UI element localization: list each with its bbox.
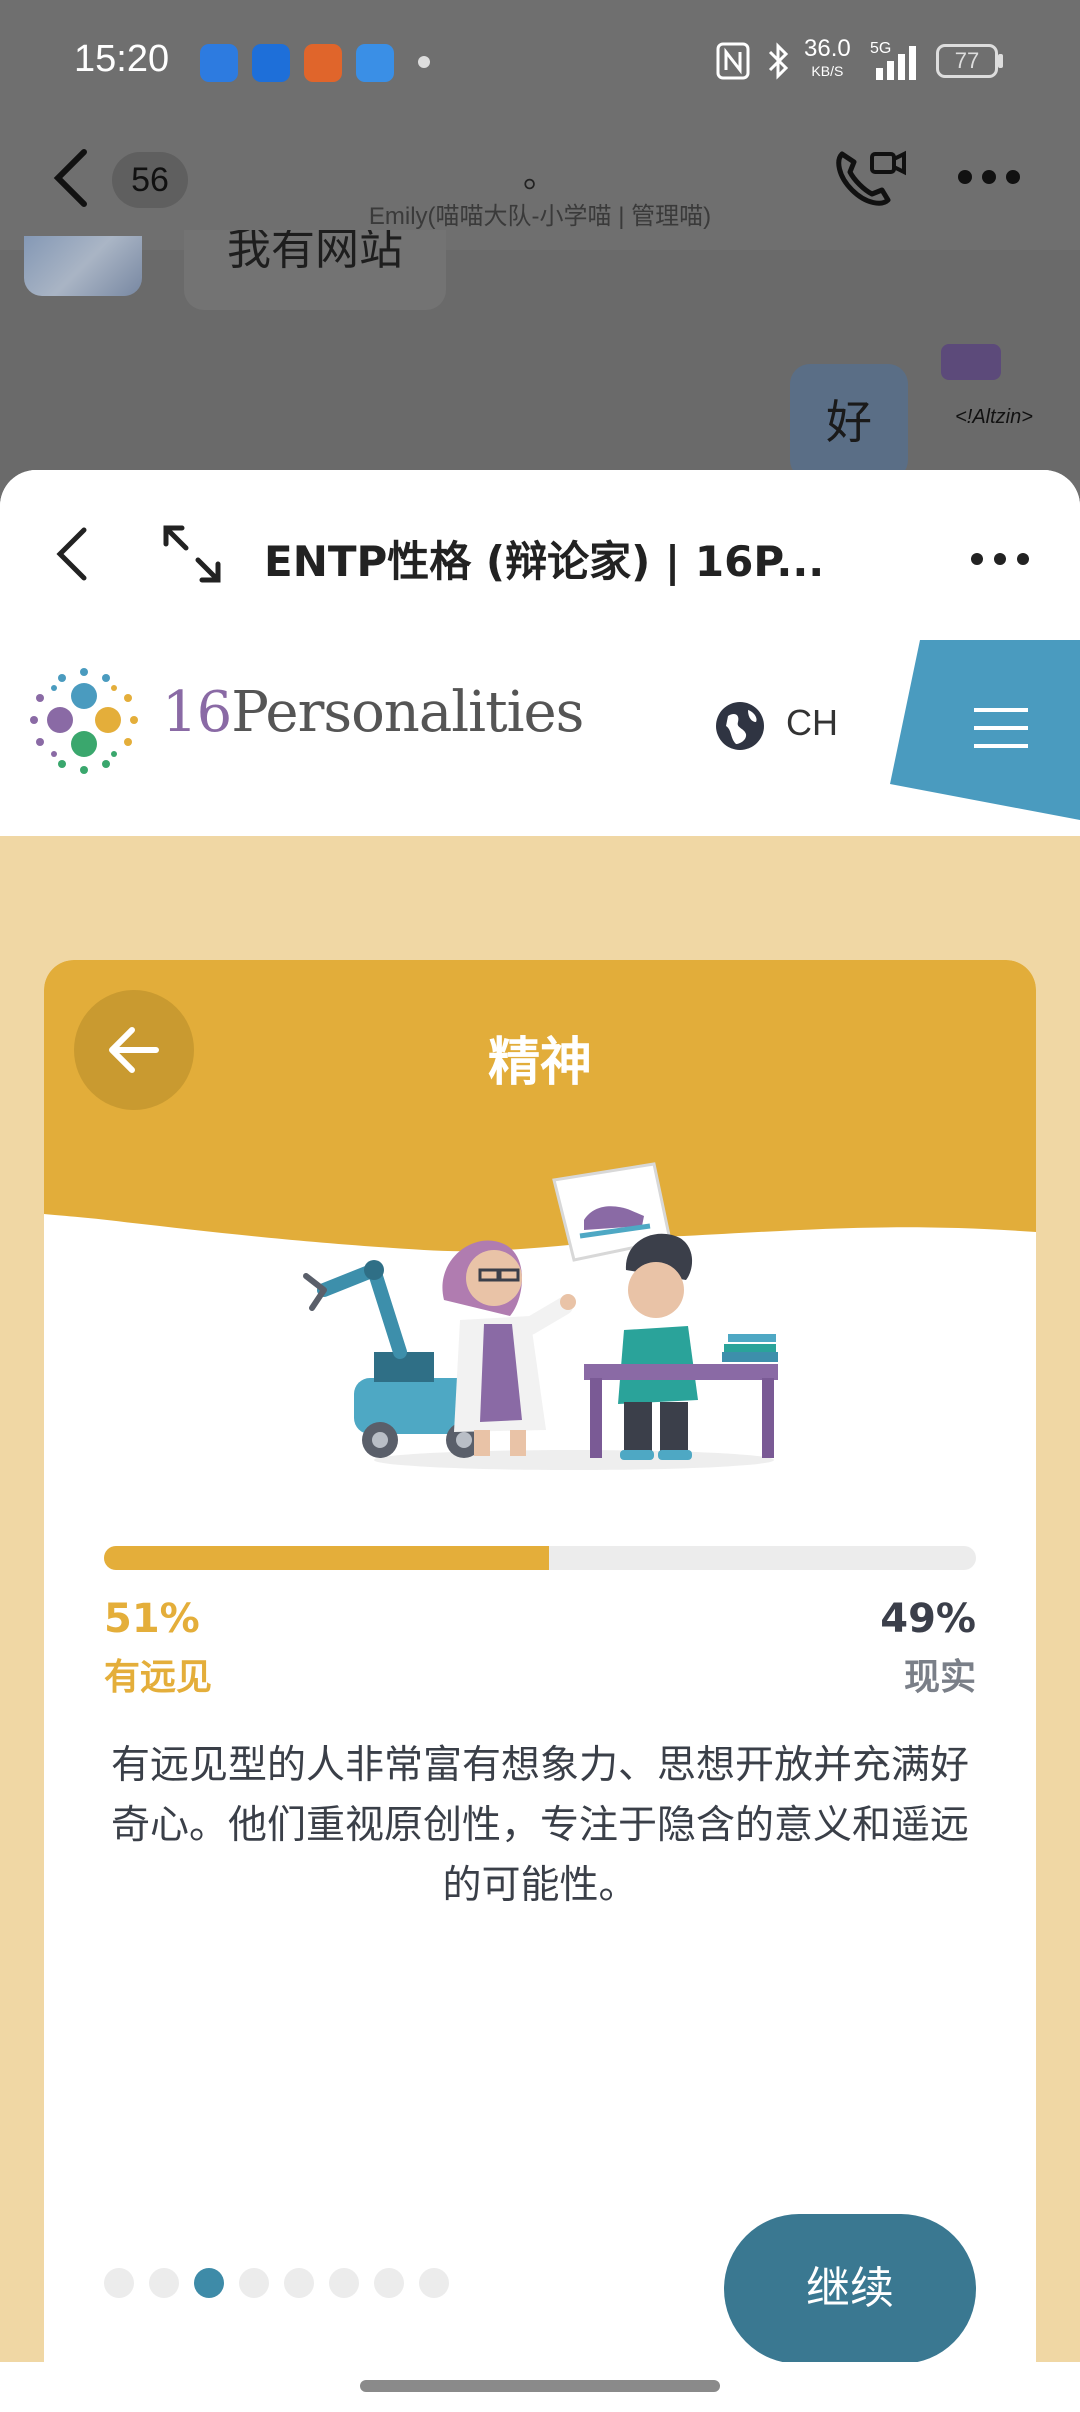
browser-sheet: ENTP性格 (辩论家) | 16P... 16Personalities CH [0, 470, 1080, 2412]
message-text: 我有网站 [227, 230, 403, 275]
logo-mark-icon[interactable] [24, 666, 144, 786]
nfc-icon [716, 42, 750, 80]
sticker-label: <!Altzin> [955, 406, 1033, 428]
trait-progress-fill [104, 1546, 549, 1570]
pagination-dot[interactable] [329, 2268, 359, 2298]
chat-subtitle: Emily(喵喵大队-小学喵 | 管理喵) [368, 203, 712, 230]
trait-progress-bar [104, 1546, 976, 1570]
signal-icon [876, 46, 916, 80]
network-speed: 36.0 KB/S [804, 35, 851, 82]
sheet-back-icon[interactable] [52, 526, 92, 582]
weather-icon [356, 44, 394, 82]
expand-icon[interactable] [160, 522, 224, 586]
trait-card: 精神 51% 有远见 49% 现实 有远见型的人非常富有想象力、思想开放并充满好… [44, 960, 1036, 2412]
left-trait-percent: 51% [104, 1596, 200, 1642]
status-bar: 15:20 36.0 KB/S 5G 77 [0, 0, 1080, 120]
status-time: 15:20 [74, 38, 170, 80]
video-call-icon[interactable] [832, 146, 908, 210]
logo-word: Personalities [231, 680, 584, 745]
more-notifications-dot [418, 56, 430, 68]
sheet-toolbar: ENTP性格 (辩论家) | 16P... [0, 470, 1080, 640]
battery-icon: 77 [936, 44, 998, 78]
pagination-dot[interactable] [239, 2268, 269, 2298]
card-title: 精神 [487, 1033, 592, 1093]
pagination-dots [104, 2268, 464, 2300]
site-navbar: 16Personalities CH [0, 640, 1080, 836]
logo-number: 16 [162, 680, 232, 745]
message-bubble-incoming[interactable]: 我有网站 [184, 230, 446, 310]
logo-wordmark[interactable]: 16Personalities [162, 680, 584, 745]
chat-more-icon[interactable] [956, 168, 1022, 186]
pagination-dot[interactable] [419, 2268, 449, 2298]
pagination-dot[interactable] [284, 2268, 314, 2298]
left-trait-label: 有远见 [104, 1657, 213, 1698]
pagination-dot[interactable] [374, 2268, 404, 2298]
battery-level: 77 [954, 48, 980, 73]
battery-tip [998, 54, 1003, 68]
home-indicator[interactable] [360, 2380, 720, 2392]
network-speed-unit: KB/S [811, 63, 844, 79]
continue-button[interactable]: 继续 [724, 2214, 976, 2364]
sticker-badge [941, 344, 1001, 380]
right-trait-label: 现实 [903, 1657, 976, 1698]
personality-illustration [303, 1162, 778, 1470]
navigation-app-icon [252, 44, 290, 82]
sheet-page-title: ENTP性格 (辩论家) | 16P... [264, 537, 824, 586]
chat-title: 。 [523, 156, 557, 196]
pagination-dot-active[interactable] [194, 2268, 224, 2298]
pagination-dot[interactable] [149, 2268, 179, 2298]
pagination-dot[interactable] [104, 2268, 134, 2298]
globe-icon[interactable] [714, 700, 766, 752]
bluetooth-icon [768, 42, 789, 80]
chat-app-icon [200, 44, 238, 82]
app-icon [304, 44, 342, 82]
trait-description: 有远见型的人非常富有想象力、思想开放并充满好奇心。他们重视原创性，专注于隐含的意… [110, 1743, 969, 1908]
message-bubble-outgoing[interactable]: 好 [790, 364, 908, 480]
network-speed-value: 36.0 [804, 35, 851, 62]
chat-messages-area [0, 250, 1080, 480]
language-code[interactable]: CH [786, 702, 838, 744]
sheet-more-icon[interactable] [970, 552, 1030, 566]
right-trait-percent: 49% [880, 1596, 976, 1642]
avatar[interactable] [24, 236, 142, 296]
hamburger-menu-icon[interactable] [974, 706, 1028, 750]
